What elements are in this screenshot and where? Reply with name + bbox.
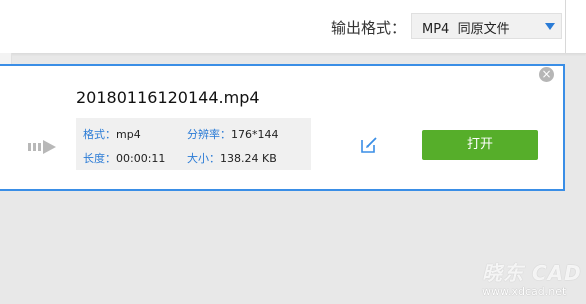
watermark-url: www.xdcad.net: [482, 285, 567, 298]
duration-key: 长度：: [83, 152, 116, 165]
convert-arrow-icon: [28, 140, 56, 154]
size-key: 大小：: [187, 152, 220, 165]
size-value: 138.24 KB: [220, 152, 277, 165]
size-info: 大小：138.24 KB: [187, 150, 277, 166]
edit-icon[interactable]: [359, 135, 379, 155]
open-button[interactable]: 打开: [422, 130, 538, 160]
output-format-dropdown[interactable]: MP4 同原文件: [411, 13, 562, 39]
duration-value: 00:00:11: [116, 152, 166, 165]
format-info: 格式：mp4: [83, 126, 141, 142]
output-format-label: 输出格式：: [331, 19, 407, 37]
resolution-info: 分辨率：176*144: [187, 126, 279, 142]
file-card: × 20180116120144.mp4 格式：mp4 分辨率：176*144 …: [0, 64, 565, 191]
file-name: 20180116120144.mp4: [76, 88, 260, 107]
format-key: 格式：: [83, 128, 116, 141]
format-value: mp4: [116, 128, 141, 141]
close-icon[interactable]: ×: [539, 67, 554, 82]
output-format-value: MP4 同原文件: [422, 22, 510, 37]
resolution-key: 分辨率：: [187, 128, 231, 141]
file-info-panel: 格式：mp4 分辨率：176*144 长度：00:00:11 大小：138.24…: [76, 118, 311, 170]
toolbar: 输出格式： MP4 同原文件: [0, 0, 586, 54]
duration-info: 长度：00:00:11: [83, 150, 165, 166]
dropdown-arrow-icon: [545, 23, 555, 30]
resolution-value: 176*144: [231, 128, 279, 141]
watermark-logo: 晓东 CAD: [482, 261, 582, 285]
toolbar-edge: [565, 0, 586, 53]
